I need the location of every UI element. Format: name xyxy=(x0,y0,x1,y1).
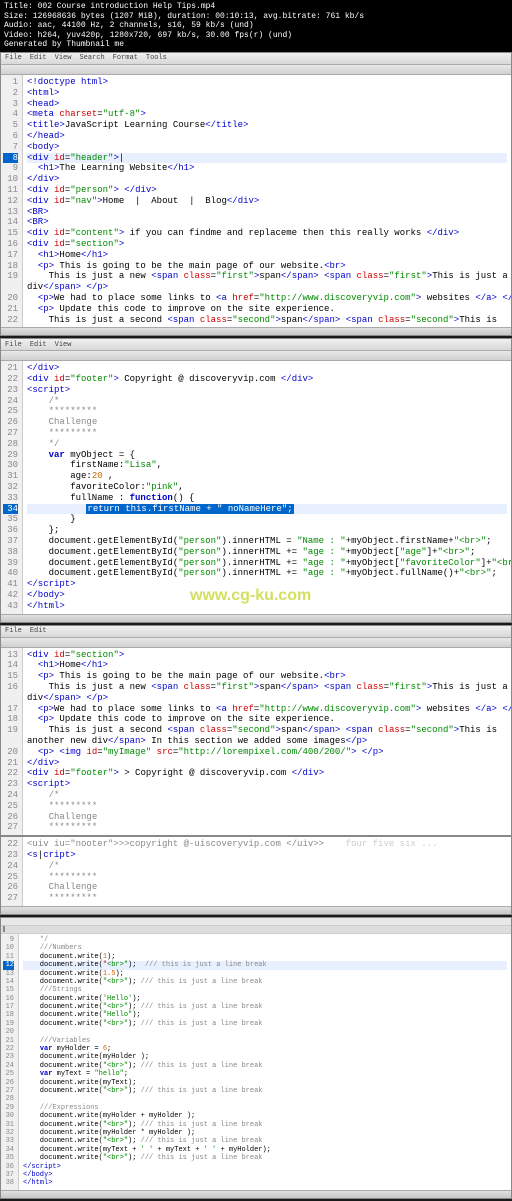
menu-file[interactable]: File xyxy=(5,627,22,635)
editor-pane-3b: 222324252627 <uiv iu="nooter">>>copyrigh… xyxy=(0,836,512,915)
video-video: Video: h264, yuv420p, 1280x720, 697 kb/s… xyxy=(4,31,508,41)
menu-tools[interactable]: Tools xyxy=(146,54,167,62)
editor-pane-1: File Edit View Search Format Tools 12345… xyxy=(0,52,512,336)
editor-statusbar xyxy=(1,614,511,622)
code-content[interactable]: </div><div id="footer"> Copyright @ disc… xyxy=(23,361,511,613)
code-editor-3[interactable]: 131415161718192021222324252627 <div id="… xyxy=(1,648,511,836)
menu-edit[interactable]: Edit xyxy=(30,54,47,62)
editor-statusbar xyxy=(1,906,511,914)
menu-view[interactable]: View xyxy=(55,54,72,62)
menu-view[interactable]: View xyxy=(55,341,72,349)
editor-toolbar-icons[interactable] xyxy=(1,65,511,75)
editor-statusbar xyxy=(1,1190,511,1198)
editor-toolbar-icons[interactable] xyxy=(1,351,511,361)
menu-file[interactable]: File xyxy=(5,54,22,62)
editor-menubar[interactable]: File Edit View xyxy=(1,339,511,351)
video-generator: Generated by Thumbnail me xyxy=(4,40,508,50)
code-content[interactable]: <!doctype html><html><head><meta charset… xyxy=(23,75,511,327)
code-content[interactable]: */ ///Numbers document.write(1); documen… xyxy=(19,934,511,1190)
editor-toolbar-icons[interactable] xyxy=(1,638,511,648)
editor-toolbar-small[interactable] xyxy=(1,926,511,934)
menu-format[interactable]: Format xyxy=(113,54,138,62)
video-metadata-header: Title: 002 Course introduction Help Tips… xyxy=(0,0,512,52)
editor-menubar-small[interactable] xyxy=(1,918,511,926)
video-audio: Audio: aac, 44100 Hz, 2 channels, s16, 5… xyxy=(4,21,508,31)
editor-pane-2: File Edit View 2122232425262728293031323… xyxy=(0,338,512,622)
line-gutter: 222324252627 xyxy=(1,837,23,906)
code-editor-2[interactable]: 2122232425262728293031323334353637383940… xyxy=(1,361,511,613)
line-gutter: 2122232425262728293031323334353637383940… xyxy=(1,361,23,613)
menu-search[interactable]: Search xyxy=(79,54,104,62)
line-gutter: 9101112131415161718192021222324252627282… xyxy=(1,934,19,1190)
menu-edit[interactable]: Edit xyxy=(30,341,47,349)
code-editor-1[interactable]: 12345678910111213141516171819202122 <!do… xyxy=(1,75,511,327)
code-content[interactable]: <uiv iu="nooter">>>copyright @-uiscovery… xyxy=(23,837,511,906)
menu-file[interactable]: File xyxy=(5,341,22,349)
line-gutter: 131415161718192021222324252627 xyxy=(1,648,23,836)
line-gutter: 12345678910111213141516171819202122 xyxy=(1,75,23,327)
editor-menubar[interactable]: File Edit View Search Format Tools xyxy=(1,53,511,65)
video-size: Size: 126968636 bytes (1207 MiB), durati… xyxy=(4,12,508,22)
code-content[interactable]: <div id="section"> <h1>Home</h1> <p> Thi… xyxy=(23,648,511,836)
code-editor-3b[interactable]: 222324252627 <uiv iu="nooter">>>copyrigh… xyxy=(1,837,511,906)
code-editor-4[interactable]: 9101112131415161718192021222324252627282… xyxy=(1,934,511,1190)
editor-statusbar xyxy=(1,327,511,335)
editor-menubar[interactable]: File Edit xyxy=(1,626,511,638)
menu-edit[interactable]: Edit xyxy=(30,627,47,635)
editor-pane-3: File Edit 131415161718192021222324252627… xyxy=(0,625,512,837)
editor-pane-4: 9101112131415161718192021222324252627282… xyxy=(0,917,512,1199)
video-title: Title: 002 Course introduction Help Tips… xyxy=(4,2,508,12)
